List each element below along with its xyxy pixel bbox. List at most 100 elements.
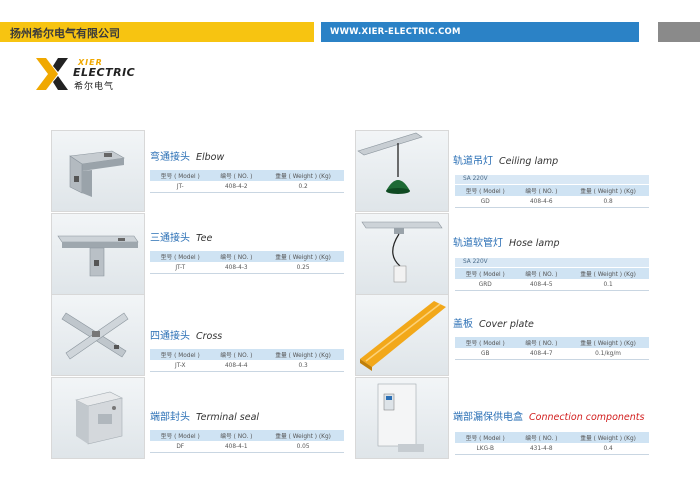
cross-spec-table: 型号 ( Model ) 编号 ( NO. ) 重量 ( Weight ) (Kg)… xyxy=(150,349,344,372)
cell-no: 408-4-3 xyxy=(210,262,263,274)
ceiling-lamp-image xyxy=(355,130,449,212)
hose-lamp-voltage: SA 220V xyxy=(455,258,649,267)
col-no: 编号 ( NO. ) xyxy=(515,432,568,443)
elbow-icon xyxy=(69,150,125,197)
col-no: 编号 ( NO. ) xyxy=(515,337,568,348)
col-model: 型号 ( Model ) xyxy=(150,251,211,262)
hose-lamp-title: 轨道软管灯 Hose lamp xyxy=(453,234,560,249)
ceiling-lamp-en: Ceiling lamp xyxy=(499,156,559,167)
tee-title: 三通接头 Tee xyxy=(150,229,212,244)
cell-model: JT-T xyxy=(150,262,211,274)
cell-weight: 0.3 xyxy=(262,360,344,372)
cell-model: GRD xyxy=(455,279,516,291)
tee-image xyxy=(51,213,145,295)
col-no: 编号 ( NO. ) xyxy=(515,268,568,279)
elbow-cn: 弯通接头 xyxy=(150,152,190,163)
logo-chinese-text: 希尔电气 xyxy=(74,82,115,92)
col-no: 编号 ( NO. ) xyxy=(210,430,263,441)
col-weight: 重量 ( Weight ) (Kg) xyxy=(262,251,344,262)
col-model: 型号 ( Model ) xyxy=(455,185,516,196)
cell-no: 408-4-1 xyxy=(210,441,263,453)
tee-en: Tee xyxy=(196,233,213,244)
connection-components-cn: 端部漏保供电盒 xyxy=(453,412,523,423)
cover-plate-cn: 盖板 xyxy=(453,319,473,330)
website-link[interactable]: WWW.XIER-ELECTRIC.COM xyxy=(330,27,461,37)
tee-cn: 三通接头 xyxy=(150,233,190,244)
tee-spec-table: 型号 ( Model ) 编号 ( NO. ) 重量 ( Weight ) (Kg)… xyxy=(150,251,344,274)
tee-icon xyxy=(57,235,139,277)
power-box-icon xyxy=(377,383,424,452)
hose-lamp-image xyxy=(355,213,449,295)
cross-icon xyxy=(61,312,129,360)
connection-components-en: Connection components xyxy=(529,412,645,423)
ceiling-lamp-title: 轨道吊灯 Ceiling lamp xyxy=(453,152,558,167)
terminal-seal-en: Terminal seal xyxy=(196,412,260,423)
cell-weight: 0.25 xyxy=(262,262,344,274)
terminal-seal-icon xyxy=(75,391,123,445)
hose-lamp-cn: 轨道软管灯 xyxy=(453,238,503,249)
col-model: 型号 ( Model ) xyxy=(150,170,211,181)
cell-weight: 0.4 xyxy=(567,443,649,455)
cell-no: 431-4-8 xyxy=(515,443,568,455)
col-weight: 重量 ( Weight ) (Kg) xyxy=(567,337,649,348)
cover-plate-image xyxy=(355,294,449,376)
hose-lamp-icon xyxy=(361,221,443,283)
cover-plate-en: Cover plate xyxy=(479,319,534,330)
col-model: 型号 ( Model ) xyxy=(455,337,516,348)
cell-weight: 0.1 xyxy=(567,279,649,291)
hose-lamp-spec-table: 型号 ( Model ) 编号 ( NO. ) 重量 ( Weight ) (Kg)… xyxy=(455,268,649,291)
hose-lamp-en: Hose lamp xyxy=(509,238,560,249)
ceiling-lamp-voltage: SA 220V xyxy=(455,175,649,184)
cell-weight: 0.8 xyxy=(567,196,649,208)
cell-model: JT- xyxy=(150,181,211,193)
cell-no: 408-4-4 xyxy=(210,360,263,372)
col-weight: 重量 ( Weight ) (Kg) xyxy=(262,430,344,441)
cross-cn: 四通接头 xyxy=(150,331,190,342)
terminal-seal-cn: 端部封头 xyxy=(150,412,190,423)
connection-components-spec-table: 型号 ( Model ) 编号 ( NO. ) 重量 ( Weight ) (Kg)… xyxy=(455,432,649,455)
elbow-spec-table: 型号 ( Model ) 编号 ( NO. ) 重量 ( Weight ) (Kg)… xyxy=(150,170,344,193)
terminal-seal-title: 端部封头 Terminal seal xyxy=(150,408,259,423)
col-weight: 重量 ( Weight ) (Kg) xyxy=(567,432,649,443)
elbow-en: Elbow xyxy=(196,152,225,163)
cover-plate-spec-table: 型号 ( Model ) 编号 ( NO. ) 重量 ( Weight ) (Kg)… xyxy=(455,337,649,360)
terminal-seal-spec-table: 型号 ( Model ) 编号 ( NO. ) 重量 ( Weight ) (Kg)… xyxy=(150,430,344,453)
cover-plate-icon xyxy=(360,301,446,371)
col-no: 编号 ( NO. ) xyxy=(210,170,263,181)
elbow-image xyxy=(51,130,145,212)
col-weight: 重量 ( Weight ) (Kg) xyxy=(262,170,344,181)
col-no: 编号 ( NO. ) xyxy=(210,251,263,262)
col-no: 编号 ( NO. ) xyxy=(515,185,568,196)
cell-model: DF xyxy=(150,441,211,453)
col-model: 型号 ( Model ) xyxy=(150,349,211,360)
cell-no: 408-4-5 xyxy=(515,279,568,291)
col-weight: 重量 ( Weight ) (Kg) xyxy=(262,349,344,360)
cross-title: 四通接头 Cross xyxy=(150,327,222,342)
cell-model: GB xyxy=(455,348,516,360)
cell-weight: 0.2 xyxy=(262,181,344,193)
ceiling-lamp-icon xyxy=(357,132,423,194)
company-name: 扬州希尔电气有限公司 xyxy=(10,27,120,40)
col-model: 型号 ( Model ) xyxy=(150,430,211,441)
cell-weight: 0.1/kg/m xyxy=(567,348,649,360)
ceiling-lamp-cn: 轨道吊灯 xyxy=(453,156,493,167)
col-no: 编号 ( NO. ) xyxy=(210,349,263,360)
header-grey-bar xyxy=(658,22,700,42)
cell-model: JT-X xyxy=(150,360,211,372)
elbow-title: 弯通接头 Elbow xyxy=(150,148,224,163)
cell-model: GD xyxy=(455,196,516,208)
col-model: 型号 ( Model ) xyxy=(455,432,516,443)
connection-components-title: 端部漏保供电盒 Connection components xyxy=(453,408,644,423)
cover-plate-title: 盖板 Cover plate xyxy=(453,315,534,330)
cross-image xyxy=(51,294,145,376)
col-weight: 重量 ( Weight ) (Kg) xyxy=(567,268,649,279)
connection-components-image xyxy=(355,377,449,459)
ceiling-lamp-spec-table: 型号 ( Model ) 编号 ( NO. ) 重量 ( Weight ) (Kg)… xyxy=(455,185,649,208)
cell-weight: 0.05 xyxy=(262,441,344,453)
cross-en: Cross xyxy=(196,331,223,342)
cell-no: 408-4-6 xyxy=(515,196,568,208)
cell-no: 408-4-7 xyxy=(515,348,568,360)
col-model: 型号 ( Model ) xyxy=(455,268,516,279)
cell-no: 408-4-2 xyxy=(210,181,263,193)
terminal-seal-image xyxy=(51,377,145,459)
